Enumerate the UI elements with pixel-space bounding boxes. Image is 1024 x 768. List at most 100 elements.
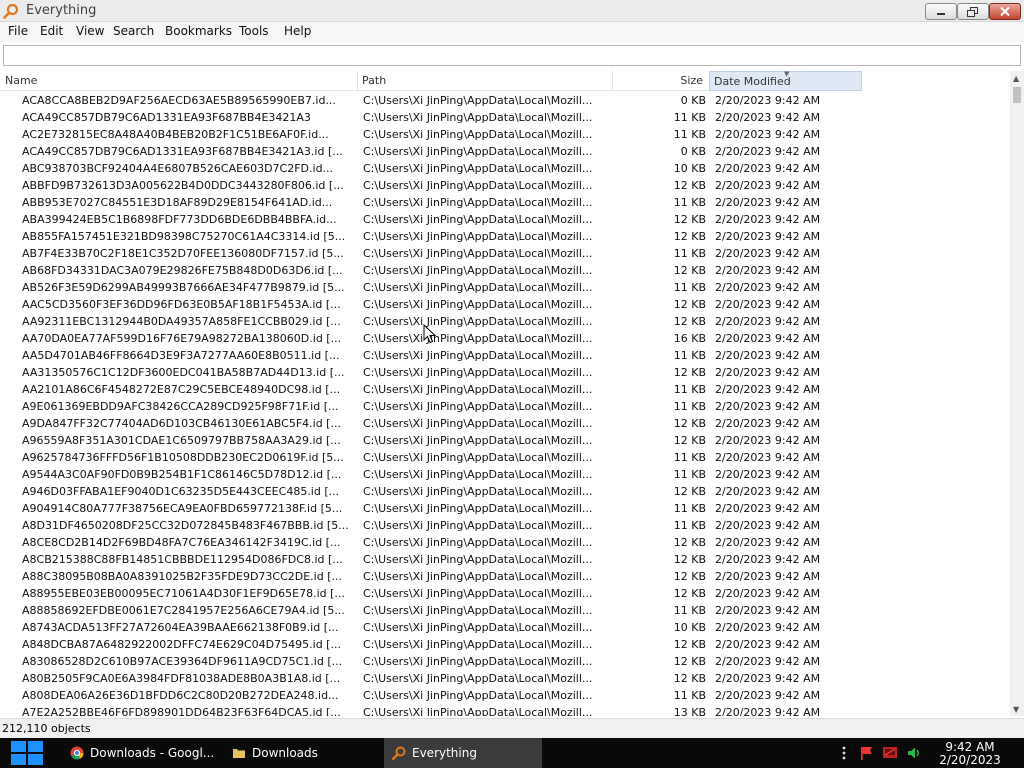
- table-row[interactable]: AC2E732815EC8A48A40B4BEB20B2F1C51BE6AF0F…: [0, 126, 862, 143]
- file-size-cell: 11 KB: [673, 128, 706, 141]
- table-row[interactable]: AB68FD34331DAC3A079E29826FE75B848D0D63D6…: [0, 262, 862, 279]
- date-modified-cell: 2/20/2023 9:42 AM: [715, 434, 821, 447]
- date-modified-cell: 2/20/2023 9:42 AM: [715, 553, 821, 566]
- vertical-scrollbar[interactable]: ▲ ▼: [1010, 71, 1024, 716]
- scroll-down-icon[interactable]: ▼: [1013, 705, 1019, 714]
- scrollbar-thumb[interactable]: [1013, 87, 1021, 103]
- table-row[interactable]: ABC938703BCF92404A4E6807B526CAE603D7C2FD…: [0, 160, 862, 177]
- table-row[interactable]: ABB953E7027C84551E3D18AF89D29E8154F641AD…: [0, 194, 862, 211]
- table-row[interactable]: A7E2A252BBE46F6FD898901DD64B23F63F64DCA5…: [0, 704, 862, 716]
- menu-search[interactable]: Search: [112, 24, 155, 38]
- menu-view[interactable]: View: [75, 24, 105, 38]
- file-size-cell: 11 KB: [673, 689, 706, 702]
- overflow-menu-icon[interactable]: [836, 746, 852, 760]
- folder-icon: [233, 749, 245, 758]
- table-row[interactable]: A946D03FFABA1EF9040D1C63235D5E443CEEC485…: [0, 483, 862, 500]
- table-row[interactable]: ABBFD9B732613D3A005622B4D0DDC3443280F806…: [0, 177, 862, 194]
- table-row[interactable]: A83086528D2C610B97ACE39364DF9611A9CD75C1…: [0, 653, 862, 670]
- search-input[interactable]: [4, 46, 1020, 65]
- file-path-cell: C:\Users\Xi JinPing\AppData\Local\Mozill…: [363, 213, 593, 226]
- file-size-cell: 12 KB: [673, 536, 706, 549]
- table-row[interactable]: A9625784736FFFD56F1B10508DDB230EC2D0619F…: [0, 449, 862, 466]
- file-size-cell: 11 KB: [673, 502, 706, 515]
- system-clock[interactable]: 9:42 AM 2/20/2023: [934, 741, 1006, 767]
- file-path-cell: C:\Users\Xi JinPing\AppData\Local\Mozill…: [363, 451, 593, 464]
- taskbar-item-chrome[interactable]: Downloads - Googl...: [62, 738, 218, 768]
- table-row[interactable]: AB7F4E33B70C2F18E1C352D70FEE136080DF7157…: [0, 245, 862, 262]
- file-name-cell: A848DCBA87A6482922002DFFC74E629C04D75495…: [22, 638, 341, 651]
- table-row[interactable]: A80B2505F9CA0E6A3984FDF81038ADE8B0A3B1A8…: [0, 670, 862, 687]
- table-row[interactable]: A848DCBA87A6482922002DFFC74E629C04D75495…: [0, 636, 862, 653]
- file-path-cell: C:\Users\Xi JinPing\AppData\Local\Mozill…: [363, 672, 593, 685]
- date-modified-cell: 2/20/2023 9:42 AM: [715, 383, 821, 396]
- table-row[interactable]: A8743ACDA513FF27A72604EA39BAAE662138F0B9…: [0, 619, 862, 636]
- table-row[interactable]: A9E061369EBDD9AFC38426CCA289CD925F98F71F…: [0, 398, 862, 415]
- table-row[interactable]: AA5D4701AB46FF8664D3E9F3A7277AA60E8B0511…: [0, 347, 862, 364]
- table-row[interactable]: AAC5CD3560F3EF36DD96FD63E0B5AF18B1F5453A…: [0, 296, 862, 313]
- close-button[interactable]: [989, 3, 1021, 20]
- table-row[interactable]: A88858692EFDBE0061E7C2841957E256A6CE79A4…: [0, 602, 862, 619]
- table-row[interactable]: AB526F3E59D6299AB49993B7666AE34F477B9879…: [0, 279, 862, 296]
- menu-bookmarks[interactable]: Bookmarks: [164, 24, 233, 38]
- file-size-cell: 10 KB: [673, 621, 706, 634]
- table-row[interactable]: ABA399424EB5C1B6898FDF773DD6BDE6DBB4BBFA…: [0, 211, 862, 228]
- date-modified-cell: 2/20/2023 9:42 AM: [715, 485, 821, 498]
- file-path-cell: C:\Users\Xi JinPing\AppData\Local\Mozill…: [363, 179, 593, 192]
- title-bar[interactable]: Everything: [0, 0, 1024, 22]
- table-row[interactable]: A88955EBE03EB00095EC71061A4D30F1EF9D65E7…: [0, 585, 862, 602]
- file-name-cell: A9544A3C0AF90FD0B9B254B1F1C86146C5D78D12…: [22, 468, 342, 481]
- table-row[interactable]: A8D31DF4650208DF25CC32D072845B483F467BBB…: [0, 517, 862, 534]
- security-alert-icon[interactable]: [882, 746, 898, 760]
- file-name-cell: A96559A8F351A301CDAE1C6509797BB758AA3A29…: [22, 434, 341, 447]
- column-header-date-modified[interactable]: ▼ Date Modified: [709, 70, 862, 91]
- date-modified-cell: 2/20/2023 9:42 AM: [715, 332, 821, 345]
- results-list[interactable]: ACA8CCA8BEB2D9AF256AECD63AE5B89565990EB7…: [0, 92, 1010, 716]
- date-modified-cell: 2/20/2023 9:42 AM: [715, 451, 821, 464]
- search-box[interactable]: [3, 45, 1021, 66]
- table-row[interactable]: A96559A8F351A301CDAE1C6509797BB758AA3A29…: [0, 432, 862, 449]
- file-size-cell: 11 KB: [673, 349, 706, 362]
- column-header-date-label: Date Modified: [714, 75, 791, 88]
- table-row[interactable]: A9DA847FF32C77404AD6D103CB46130E61ABC5F4…: [0, 415, 862, 432]
- file-path-cell: C:\Users\Xi JinPing\AppData\Local\Mozill…: [363, 383, 593, 396]
- file-size-cell: 0 KB: [680, 145, 706, 158]
- minimize-button[interactable]: [925, 3, 957, 20]
- date-modified-cell: 2/20/2023 9:42 AM: [715, 264, 821, 277]
- date-modified-cell: 2/20/2023 9:42 AM: [715, 230, 821, 243]
- column-header-name[interactable]: Name: [0, 71, 357, 91]
- restore-button[interactable]: [957, 3, 989, 20]
- file-path-cell: C:\Users\Xi JinPing\AppData\Local\Mozill…: [363, 553, 593, 566]
- taskbar-item-everything[interactable]: Everything: [384, 738, 542, 768]
- file-name-cell: ACA49CC857DB79C6AD1331EA93F687BB4E3421A3…: [22, 145, 343, 158]
- table-row[interactable]: ACA49CC857DB79C6AD1331EA93F687BB4E3421A3…: [0, 143, 862, 160]
- file-size-cell: 11 KB: [673, 604, 706, 617]
- taskbar-item-downloads-folder[interactable]: Downloads: [224, 738, 378, 768]
- table-row[interactable]: A8CB215388C88FB14851CBBBDE112954D086FDC8…: [0, 551, 862, 568]
- volume-icon[interactable]: [906, 746, 922, 760]
- menu-edit[interactable]: Edit: [39, 24, 64, 38]
- file-name-cell: ABB953E7027C84551E3D18AF89D29E8154F641AD…: [22, 196, 333, 209]
- column-header-size[interactable]: Size: [613, 71, 709, 91]
- menu-tools[interactable]: Tools: [238, 24, 270, 38]
- table-row[interactable]: ACA49CC857DB79C6AD1331EA93F687BB4E3421A3…: [0, 109, 862, 126]
- file-path-cell: C:\Users\Xi JinPing\AppData\Local\Mozill…: [363, 587, 593, 600]
- table-row[interactable]: A88C38095B08BA0A8391025B2F35FDE9D73CC2DE…: [0, 568, 862, 585]
- table-row[interactable]: A8CE8CD2B14D2F69BD48FA7C76EA346142F3419C…: [0, 534, 862, 551]
- table-row[interactable]: AB855FA157451E321BD98398C75270C61A4C3314…: [0, 228, 862, 245]
- column-header-path[interactable]: Path: [358, 71, 612, 91]
- menu-file[interactable]: File: [7, 24, 29, 38]
- file-size-cell: 12 KB: [673, 570, 706, 583]
- file-size-cell: 12 KB: [673, 230, 706, 243]
- table-row[interactable]: A808DEA06A26E36D1BFDD6C2C80D20B272DEA248…: [0, 687, 862, 704]
- table-row[interactable]: AA31350576C1C12DF3600EDC041BA58B7AD44D13…: [0, 364, 862, 381]
- table-row[interactable]: ACA8CCA8BEB2D9AF256AECD63AE5B89565990EB7…: [0, 92, 862, 109]
- scroll-up-icon[interactable]: ▲: [1013, 74, 1019, 83]
- menu-help[interactable]: Help: [283, 24, 312, 38]
- date-modified-cell: 2/20/2023 9:42 AM: [715, 689, 821, 702]
- file-path-cell: C:\Users\Xi JinPing\AppData\Local\Mozill…: [363, 145, 593, 158]
- table-row[interactable]: A9544A3C0AF90FD0B9B254B1F1C86146C5D78D12…: [0, 466, 862, 483]
- flag-icon[interactable]: [858, 746, 874, 760]
- windows-start-icon[interactable]: [8, 739, 46, 767]
- table-row[interactable]: AA2101A86C6F4548272E87C29C5EBCE48940DC98…: [0, 381, 862, 398]
- table-row[interactable]: A904914C80A777F38756ECA9EA0FBD659772138F…: [0, 500, 862, 517]
